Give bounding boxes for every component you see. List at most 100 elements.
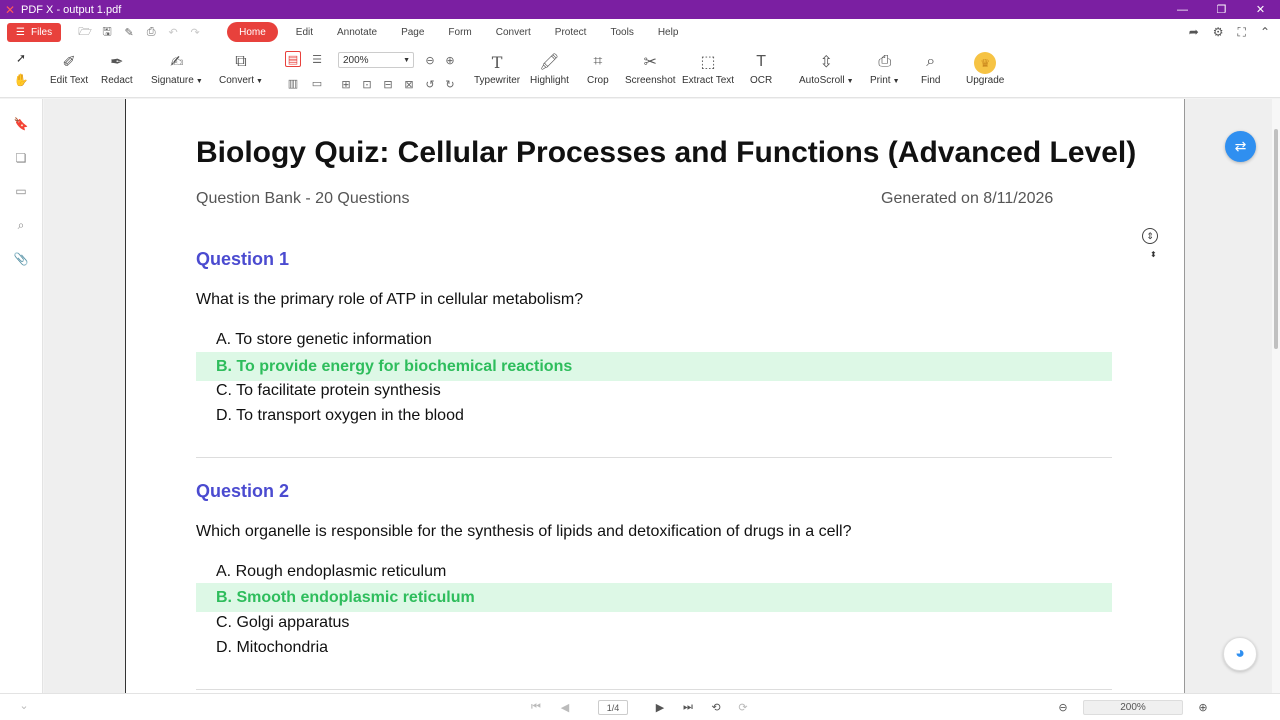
- zoom-level-field[interactable]: 200%: [1083, 700, 1183, 715]
- hand-tool-icon[interactable]: ✋: [12, 71, 30, 89]
- screenshot-tool[interactable]: ✂ Screenshot: [625, 49, 676, 86]
- zoom-select[interactable]: 200% ▼: [338, 52, 414, 68]
- close-icon[interactable]: ✕: [1241, 0, 1280, 19]
- first-page-icon[interactable]: ⏮: [528, 699, 544, 715]
- single-page-view-icon[interactable]: ▤: [285, 51, 301, 67]
- zoom-out-icon[interactable]: ⊖: [1055, 699, 1071, 715]
- extract-text-tool[interactable]: ⬚ Extract Text: [682, 49, 734, 86]
- thumbnails-icon[interactable]: ❏: [12, 149, 30, 167]
- two-page-view-icon[interactable]: ▥: [285, 75, 301, 91]
- redact-tool[interactable]: ✒ Redact: [101, 49, 133, 86]
- question-heading: Question 1: [196, 249, 290, 269]
- ai-assistant-icon[interactable]: ◕: [1223, 637, 1257, 671]
- files-button[interactable]: ☰ Files: [7, 22, 62, 42]
- signature-label: Signature: [151, 75, 194, 86]
- convert-tool[interactable]: ⧉ Convert ▼: [219, 49, 263, 86]
- restore-icon[interactable]: ❐: [1202, 0, 1241, 19]
- continuous-view-icon[interactable]: ☰: [309, 51, 325, 67]
- auto-scroll-indicator-icon[interactable]: ⇕: [1142, 228, 1158, 244]
- menu-page[interactable]: Page: [389, 22, 436, 42]
- fit-width-icon[interactable]: ⊞: [338, 76, 354, 92]
- ribbon-toolbar: ➚ ✋ ✐ Edit Text ✒ Redact ✍ Signature ▼ ⧉ …: [0, 45, 1280, 98]
- translate-icon[interactable]: ⇄: [1225, 131, 1256, 162]
- chevron-down-icon[interactable]: ⌄: [16, 697, 32, 713]
- window-controls: — ❐ ✕: [1163, 0, 1280, 19]
- go-back-view-icon[interactable]: ⟲: [708, 699, 724, 715]
- previous-page-icon[interactable]: ◀: [557, 699, 573, 715]
- typewriter-tool[interactable]: T Typewriter: [474, 49, 520, 87]
- pdf-app-window: ✕ PDF X - output 1.pdf — ❐ ✕ ☰ Files 🗁 🖫…: [0, 0, 1280, 720]
- edit-text-tool[interactable]: ✐ Edit Text: [50, 49, 88, 86]
- title-bar: ✕ PDF X - output 1.pdf — ❐ ✕: [0, 0, 1280, 19]
- convert-icon: ⧉: [235, 53, 247, 70]
- bookmark-icon[interactable]: 🔖: [12, 115, 30, 133]
- select-cursor-icon[interactable]: ➚: [12, 49, 30, 67]
- app-logo-icon: ✕: [4, 2, 16, 17]
- answer-option: A. Rough endoplasmic reticulum: [216, 562, 447, 580]
- redo-icon[interactable]: ↷: [185, 22, 205, 42]
- scissors-icon: ✂: [643, 54, 657, 71]
- ocr-icon: T: [756, 53, 766, 70]
- menu-annotate[interactable]: Annotate: [325, 22, 389, 42]
- fullscreen-icon[interactable]: ⛶: [1238, 25, 1246, 40]
- attachment-icon[interactable]: 📎: [12, 250, 30, 268]
- menu-help[interactable]: Help: [646, 22, 691, 42]
- minimize-icon[interactable]: —: [1163, 0, 1202, 19]
- document-viewport[interactable]: Biology Quiz: Cellular Processes and Fun…: [44, 99, 1272, 693]
- menu-edit[interactable]: Edit: [284, 22, 325, 42]
- upgrade-tool[interactable]: ♛ Upgrade: [966, 49, 1004, 86]
- menu-bar: ☰ Files 🗁 🖫 ✎ ⎙ ↶ ↷ Home Edit Annotate P…: [0, 19, 1280, 45]
- chevron-down-icon: ▼: [846, 78, 854, 85]
- print-quick-icon[interactable]: ⎙: [141, 22, 161, 42]
- pdf-page: Biology Quiz: Cellular Processes and Fun…: [125, 99, 1185, 693]
- select-tools: ➚ ✋: [12, 49, 30, 89]
- actual-size-icon[interactable]: ⊟: [380, 76, 396, 92]
- scrollbar-thumb[interactable]: [1274, 129, 1278, 349]
- hamburger-icon: ☰: [16, 26, 25, 38]
- chevron-down-icon: ▼: [892, 78, 900, 85]
- settings-icon[interactable]: ⚙: [1213, 25, 1224, 39]
- next-page-icon[interactable]: ▶: [652, 699, 668, 715]
- save-as-icon[interactable]: ✎: [119, 22, 139, 42]
- question-text: Which organelle is responsible for the s…: [196, 523, 852, 540]
- scroll-cursor-icon: ⬍: [1150, 250, 1157, 259]
- undo-icon[interactable]: ↶: [163, 22, 183, 42]
- ocr-tool[interactable]: T OCR: [750, 49, 772, 86]
- rotate-left-icon[interactable]: ↺: [422, 76, 438, 92]
- edit-text-icon: ✐: [62, 54, 76, 71]
- signature-tool[interactable]: ✍ Signature ▼: [151, 49, 203, 86]
- upgrade-crown-icon: ♛: [974, 52, 997, 74]
- document-title: Biology Quiz: Cellular Processes and Fun…: [196, 136, 1137, 169]
- find-tool[interactable]: ⌕ Find: [921, 49, 940, 86]
- fit-page-icon[interactable]: ⊡: [359, 76, 375, 92]
- fit-visible-icon[interactable]: ⊠: [401, 76, 417, 92]
- page-layout-icon[interactable]: ▭: [309, 75, 325, 91]
- rotate-right-icon[interactable]: ↻: [442, 76, 458, 92]
- vertical-scrollbar[interactable]: [1272, 99, 1280, 693]
- page-number-input[interactable]: 1/4: [598, 700, 628, 715]
- crop-tool[interactable]: ⌗ Crop: [587, 49, 609, 86]
- zoom-in-icon[interactable]: ⊕: [1195, 699, 1211, 715]
- comments-icon[interactable]: ▭: [12, 182, 30, 200]
- last-page-icon[interactable]: ⏭: [680, 699, 696, 715]
- print-label: Print: [870, 75, 891, 86]
- zoom-out-icon[interactable]: ⊖: [422, 52, 438, 68]
- signature-icon: ✍: [170, 54, 184, 71]
- save-icon[interactable]: 🖫: [97, 22, 117, 42]
- highlight-tool[interactable]: 🖍 Highlight: [530, 49, 569, 86]
- question-divider: [196, 457, 1112, 458]
- menu-protect[interactable]: Protect: [543, 22, 599, 42]
- search-panel-icon[interactable]: ⌕: [12, 216, 30, 234]
- share-icon[interactable]: ➦: [1189, 25, 1199, 39]
- zoom-in-icon[interactable]: ⊕: [442, 52, 458, 68]
- menu-form[interactable]: Form: [436, 22, 483, 42]
- autoscroll-tool[interactable]: ⇳ AutoScroll ▼: [799, 49, 854, 86]
- collapse-ribbon-icon[interactable]: ⌃: [1260, 25, 1270, 39]
- menu-tools[interactable]: Tools: [598, 22, 645, 42]
- print-tool[interactable]: ⎙ Print ▼: [870, 49, 900, 86]
- ocr-label: OCR: [750, 75, 773, 86]
- menu-home[interactable]: Home: [227, 22, 278, 42]
- open-folder-icon[interactable]: 🗁: [75, 22, 95, 42]
- go-forward-view-icon[interactable]: ⟳: [735, 699, 751, 715]
- menu-convert[interactable]: Convert: [484, 22, 543, 42]
